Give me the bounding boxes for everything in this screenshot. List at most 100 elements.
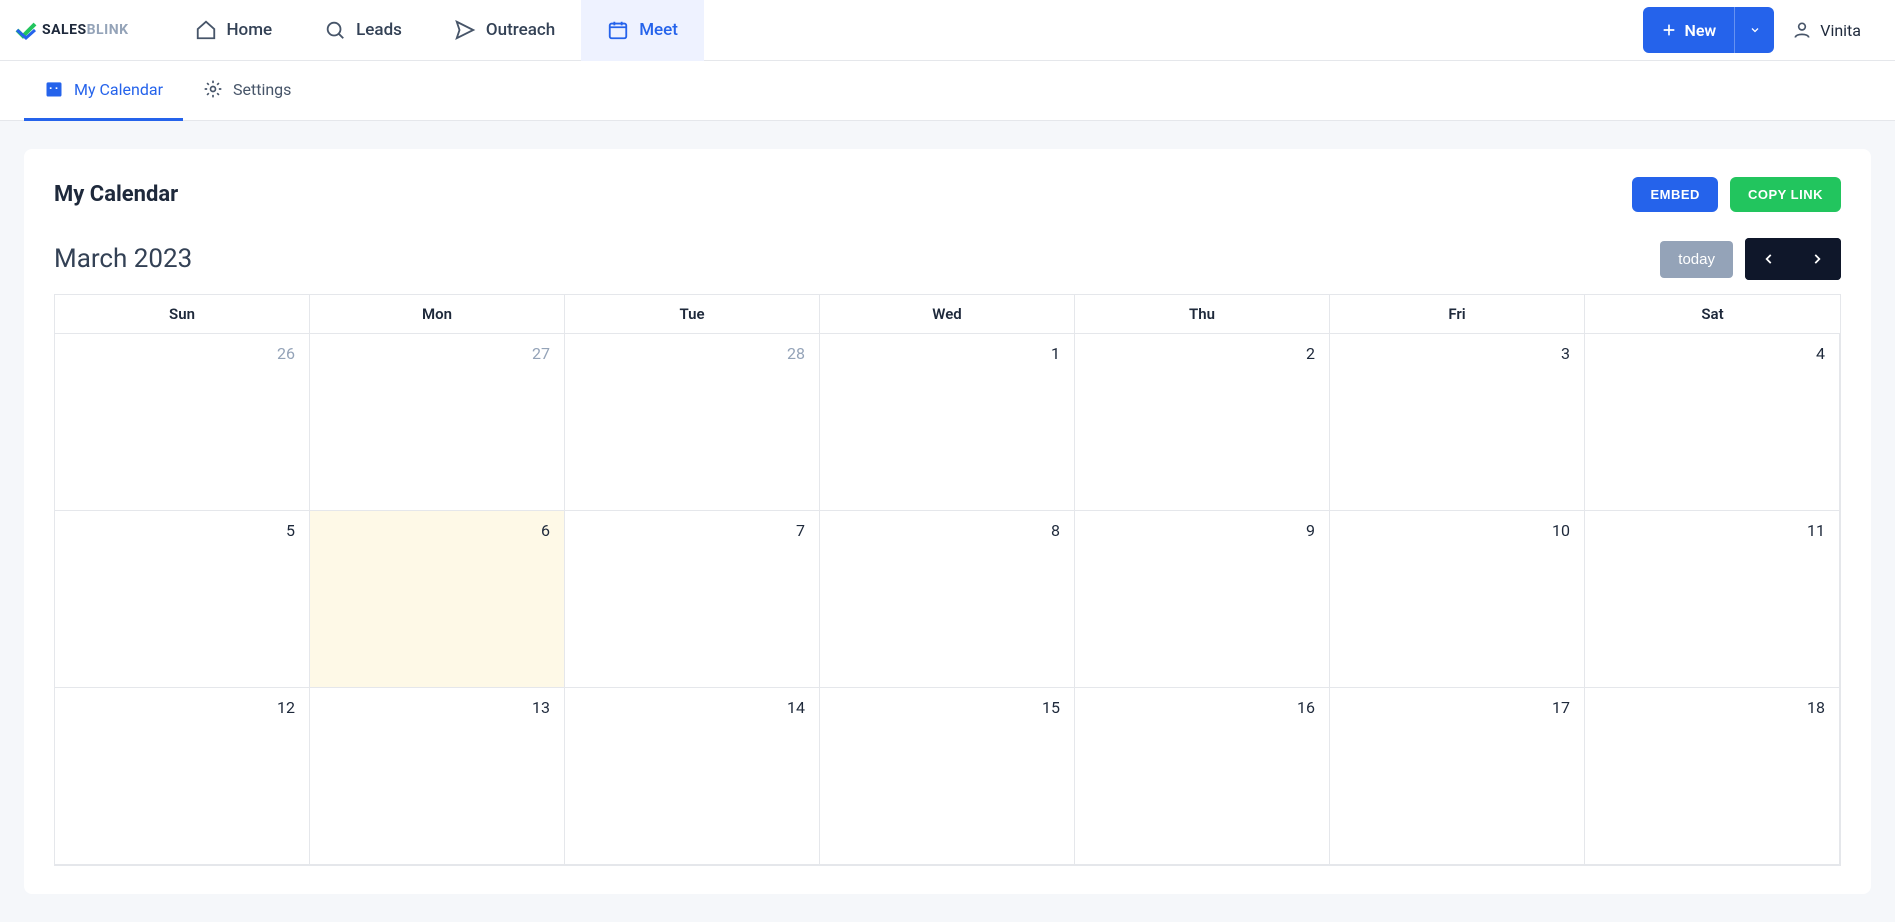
new-dropdown[interactable] [1734,7,1774,53]
subnav-label: Settings [233,80,291,99]
chevron-down-icon [1749,24,1761,36]
calendar-day[interactable]: 27 [310,334,565,511]
calendar-day[interactable]: 26 [55,334,310,511]
new-button[interactable]: New [1643,7,1775,53]
weekday-header: Tue [565,295,820,334]
day-number: 13 [532,698,550,717]
day-number: 4 [1816,344,1825,363]
action-buttons: EMBED COPY LINK [1632,177,1841,212]
calendar-day[interactable]: 16 [1075,688,1330,865]
nav-label: Leads [356,20,402,40]
top-nav: SALESBLINK Home Leads Outreach Meet New [0,0,1895,61]
month-row: March 2023 today [54,238,1841,280]
calendar-icon [44,79,64,99]
next-month-button[interactable] [1793,238,1841,280]
logo-icon [14,18,38,42]
day-number: 15 [1042,698,1060,717]
prev-month-button[interactable] [1745,238,1793,280]
nav-outreach[interactable]: Outreach [428,0,581,61]
nav-label: Meet [639,20,678,40]
chevron-left-icon [1762,252,1776,266]
calendar-head: SunMonTueWedThuFriSat [55,295,1840,334]
day-number: 11 [1807,521,1825,540]
calendar-day[interactable]: 9 [1075,511,1330,688]
user-menu[interactable]: Vinita [1792,20,1881,40]
calendar-day[interactable]: 2 [1075,334,1330,511]
day-number: 3 [1561,344,1570,363]
calendar-day[interactable]: 12 [55,688,310,865]
weekday-header: Sat [1585,295,1840,334]
chevron-right-icon [1810,252,1824,266]
user-name: Vinita [1820,21,1861,40]
calendar-day[interactable]: 15 [820,688,1075,865]
embed-button[interactable]: EMBED [1632,177,1717,212]
calendar-day[interactable]: 5 [55,511,310,688]
day-number: 2 [1306,344,1315,363]
day-number: 8 [1051,521,1060,540]
calendar-day[interactable]: 3 [1330,334,1585,511]
calendar-controls: today [1660,238,1841,280]
calendar-day[interactable]: 17 [1330,688,1585,865]
calendar-day[interactable]: 7 [565,511,820,688]
month-title: March 2023 [54,244,192,274]
calendar-day[interactable]: 14 [565,688,820,865]
day-number: 28 [787,344,805,363]
calendar-grid: SunMonTueWedThuFriSat 262728123456789101… [54,294,1841,866]
subnav-mycalendar[interactable]: My Calendar [24,61,183,121]
day-number: 5 [286,521,295,540]
copy-link-button[interactable]: COPY LINK [1730,177,1841,212]
nav-items: Home Leads Outreach Meet [169,0,704,61]
gear-icon [203,79,223,99]
calendar-day[interactable]: 11 [1585,511,1840,688]
weekday-header: Thu [1075,295,1330,334]
day-number: 27 [532,344,550,363]
subnav-label: My Calendar [74,80,163,99]
weekday-header: Mon [310,295,565,334]
calendar-icon [607,19,629,41]
calendar-day[interactable]: 28 [565,334,820,511]
day-number: 14 [787,698,805,717]
calendar-day[interactable]: 18 [1585,688,1840,865]
logo-text: SALESBLINK [42,22,129,38]
weekday-header: Sun [55,295,310,334]
nav-home[interactable]: Home [169,0,299,61]
nav-label: Home [227,20,273,40]
nav-arrows [1745,238,1841,280]
calendar-day[interactable]: 10 [1330,511,1585,688]
day-number: 7 [796,521,805,540]
day-number: 12 [277,698,295,717]
day-number: 17 [1552,698,1570,717]
right-nav: New Vinita [1643,7,1882,53]
sub-nav: My Calendar Settings [0,61,1895,121]
nav-label: Outreach [486,20,555,40]
nav-leads[interactable]: Leads [298,0,428,61]
search-icon [324,19,346,41]
weekday-header: Fri [1330,295,1585,334]
calendar-day[interactable]: 6 [310,511,565,688]
send-icon [454,19,476,41]
subnav-settings[interactable]: Settings [183,61,311,121]
day-number: 6 [541,521,550,540]
calendar-day[interactable]: 8 [820,511,1075,688]
home-icon [195,19,217,41]
nav-meet[interactable]: Meet [581,0,704,61]
new-label: New [1685,21,1717,40]
user-icon [1792,20,1812,40]
weekday-header: Wed [820,295,1075,334]
calendar-day[interactable]: 1 [820,334,1075,511]
day-number: 16 [1297,698,1315,717]
calendar-day[interactable]: 4 [1585,334,1840,511]
day-number: 26 [277,344,295,363]
logo[interactable]: SALESBLINK [14,18,129,42]
calendar-day[interactable]: 13 [310,688,565,865]
page-title: My Calendar [54,182,178,207]
day-number: 18 [1807,698,1825,717]
day-number: 1 [1051,344,1060,363]
day-number: 9 [1306,521,1315,540]
calendar-body: 262728123456789101112131415161718 [55,334,1840,865]
today-button[interactable]: today [1660,241,1733,278]
content-header: My Calendar EMBED COPY LINK [54,177,1841,212]
content-panel: My Calendar EMBED COPY LINK March 2023 t… [24,149,1871,894]
day-number: 10 [1552,521,1570,540]
plus-icon [1661,22,1677,38]
